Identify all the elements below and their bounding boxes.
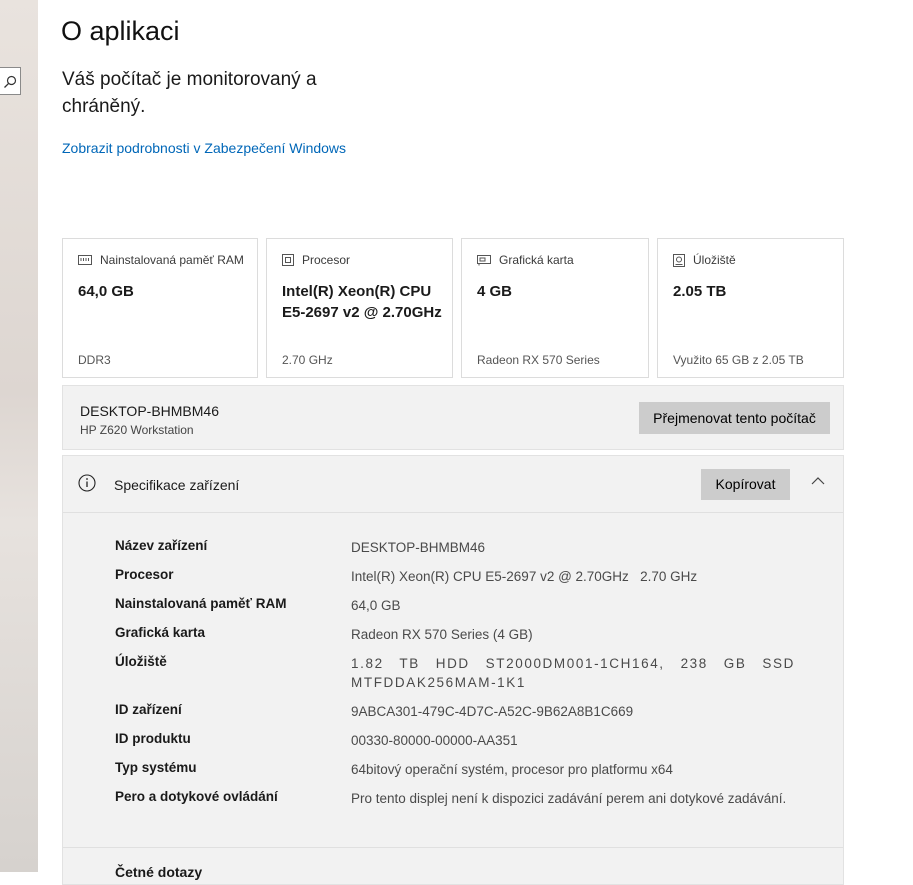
- spec-key: Pero a dotykové ovládání: [115, 789, 278, 804]
- device-name-section: DESKTOP-BHMBM46 HP Z620 Workstation Přej…: [62, 385, 844, 450]
- sidebar: [0, 0, 38, 872]
- storage-card-value: 2.05 TB: [673, 283, 727, 300]
- spec-value: Radeon RX 570 Series (4 GB): [351, 627, 533, 642]
- device-model: HP Z620 Workstation: [80, 423, 194, 437]
- processor-card-sub: 2.70 GHz: [282, 353, 333, 367]
- graphics-card: Grafická karta 4 GB Radeon RX 570 Series: [461, 238, 649, 378]
- spec-key: Grafická karta: [115, 625, 206, 640]
- spec-value: 64,0 GB: [351, 598, 401, 613]
- spec-key: ID zařízení: [115, 702, 182, 717]
- storage-icon: [673, 253, 685, 267]
- page-title: O aplikaci: [61, 16, 180, 46]
- ram-card: Nainstalovaná paměť RAM 64,0 GB DDR3: [62, 238, 258, 378]
- copy-button[interactable]: Kopírovat: [701, 469, 790, 500]
- search-icon: [4, 75, 17, 88]
- processor-icon: [282, 254, 294, 266]
- graphics-card-icon: [477, 254, 491, 265]
- spec-value: 1.82 TB HDD ST2000DM001-1CH164, 238 GB S…: [351, 656, 795, 690]
- processor-card-value: Intel(R) Xeon(R) CPU E5-2697 v2 @ 2.70GH…: [282, 283, 442, 321]
- faq-section-title[interactable]: Četné dotazy: [115, 864, 202, 880]
- section-divider: [63, 847, 843, 848]
- storage-card-label: Úložiště: [693, 253, 736, 267]
- spec-value: 9ABCA301-479C-4D7C-A52C-9B62A8B1C669: [351, 704, 634, 719]
- spec-key: Nainstalovaná paměť RAM: [115, 596, 287, 611]
- memory-icon: [78, 255, 92, 265]
- ram-card-sub: DDR3: [78, 353, 111, 367]
- device-name: DESKTOP-BHMBM46: [80, 403, 219, 419]
- graphics-card-sub: Radeon RX 570 Series: [477, 353, 600, 367]
- info-icon: [78, 474, 96, 492]
- spec-value: 00330-80000-00000-AA351: [351, 733, 518, 748]
- rename-pc-button[interactable]: Přejmenovat tento počítač: [639, 402, 830, 434]
- ram-card-value: 64,0 GB: [78, 283, 134, 300]
- search-button[interactable]: [0, 67, 21, 95]
- device-specifications-panel: Specifikace zařízení Kopírovat Název zař…: [62, 455, 844, 885]
- spec-value: Pro tento displej není k dispozici zadáv…: [351, 791, 787, 806]
- spec-key: Procesor: [115, 567, 174, 582]
- spec-key: Typ systému: [115, 760, 197, 775]
- processor-card-label: Procesor: [302, 253, 351, 267]
- ram-card-label: Nainstalovaná paměť RAM: [100, 253, 244, 267]
- spec-value: 64bitový operační systém, procesor pro p…: [351, 762, 673, 777]
- windows-security-link[interactable]: Zobrazit podrobnosti v Zabezpečení Windo…: [62, 140, 346, 156]
- protection-status-text: Váš počítač je monitorovaný a chráněný.: [62, 69, 317, 117]
- graphics-card-label: Grafická karta: [499, 253, 574, 267]
- spec-key: Název zařízení: [115, 538, 208, 553]
- device-specifications-title: Specifikace zařízení: [114, 477, 240, 493]
- graphics-card-value: 4 GB: [477, 283, 513, 300]
- storage-card-sub: Využito 65 GB z 2.05 TB: [673, 353, 804, 367]
- spec-key: ID produktu: [115, 731, 191, 746]
- spec-key: Úložiště: [115, 654, 167, 669]
- chevron-up-icon[interactable]: [811, 476, 825, 485]
- storage-card: Úložiště 2.05 TB Využito 65 GB z 2.05 TB: [657, 238, 844, 378]
- processor-card: Procesor Intel(R) Xeon(R) CPU E5-2697 v2…: [266, 238, 453, 378]
- spec-value: Intel(R) Xeon(R) CPU E5-2697 v2 @ 2.70GH…: [351, 569, 698, 584]
- device-specifications-header[interactable]: Specifikace zařízení Kopírovat: [63, 456, 843, 513]
- spec-value: DESKTOP-BHMBM46: [351, 540, 486, 555]
